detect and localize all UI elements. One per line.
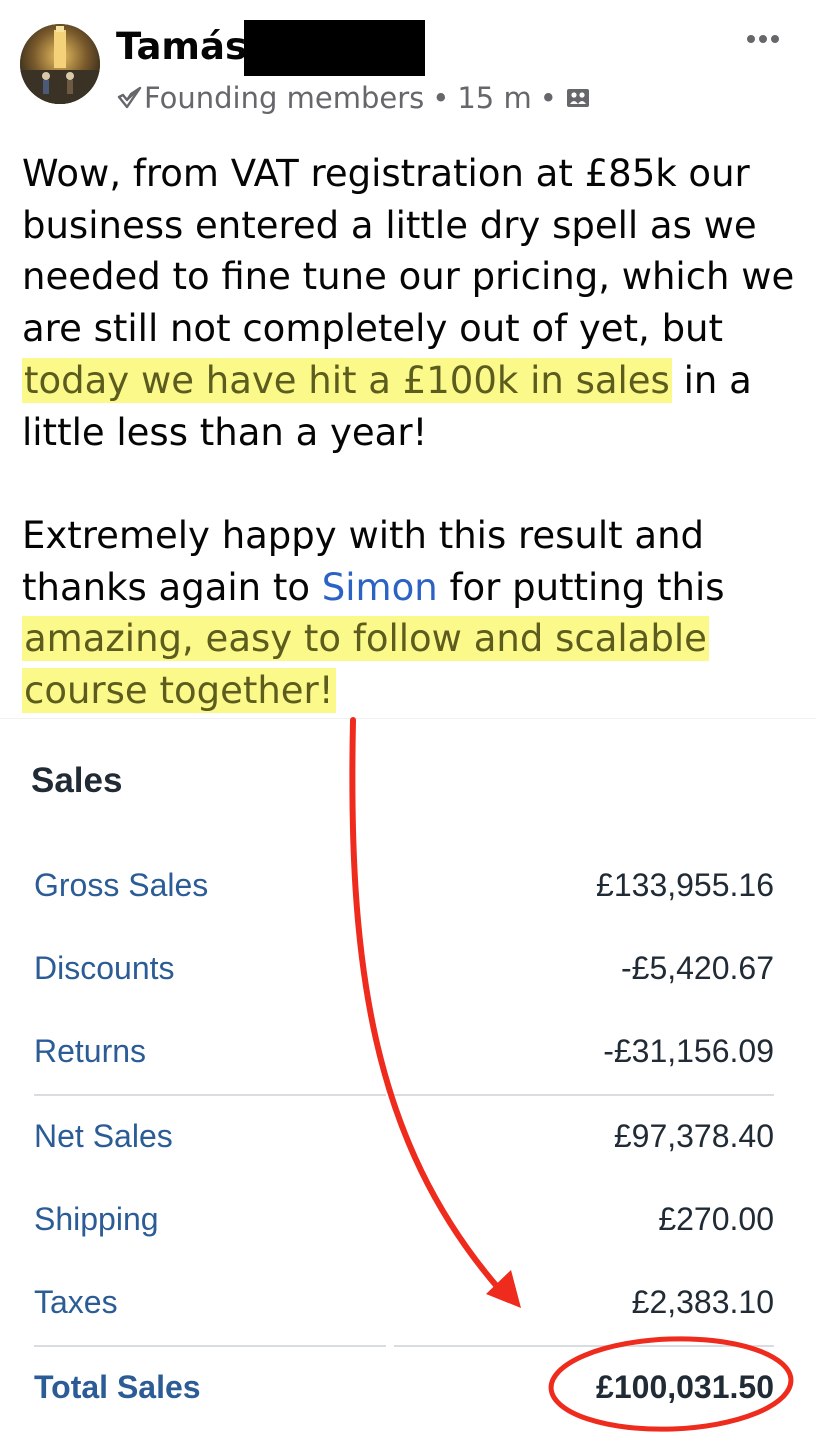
post-time[interactable]: 15 m (457, 81, 531, 115)
post-paragraph: Wow, from VAT registration at £85k our b… (22, 148, 802, 458)
row-divider (394, 1094, 774, 1096)
sales-row-value: £133,955.16 (596, 866, 774, 903)
sales-row-label[interactable]: Total Sales (34, 1369, 201, 1406)
sales-title: Sales (31, 761, 123, 800)
sales-row-label[interactable]: Net Sales (34, 1118, 173, 1155)
mention-link[interactable]: Simon (322, 566, 438, 609)
row-divider (394, 1345, 774, 1347)
sales-row-label[interactable]: Gross Sales (34, 867, 208, 904)
sales-row-shipping: Shipping £270.00 (34, 1195, 774, 1243)
sales-row-label[interactable]: Shipping (34, 1201, 159, 1238)
sales-row-discounts: Discounts -£5,420.67 (34, 944, 774, 992)
post-body: Wow, from VAT registration at £85k our b… (22, 148, 802, 717)
post-text-segment: Wow, from VAT registration at £85k our b… (22, 152, 795, 351)
post-paragraph: Extremely happy with this result and tha… (22, 510, 802, 717)
more-options-button[interactable] (740, 22, 786, 56)
row-divider (34, 1345, 386, 1347)
post-text-segment: for putting this (437, 565, 725, 609)
sales-report-card (0, 718, 816, 1441)
sales-row-value: -£31,156.09 (603, 1032, 774, 1069)
meta-separator: • (432, 81, 450, 115)
sales-row-label[interactable]: Returns (34, 1033, 146, 1070)
row-divider (34, 1094, 386, 1096)
post-meta: Founding members • 15 m • (116, 78, 591, 118)
sales-row-value: £2,383.10 (631, 1283, 774, 1320)
author-avatar[interactable] (20, 24, 100, 104)
highlighted-text: amazing, easy to follow and scalable cou… (22, 616, 709, 714)
avatar-photo (20, 24, 100, 104)
sales-row-label[interactable]: Discounts (34, 950, 175, 987)
author-name[interactable]: Tamás (116, 24, 247, 70)
highlighted-text: today we have hit a £100k in sales (22, 357, 672, 403)
sales-row-returns: Returns -£31,156.09 (34, 1027, 774, 1075)
sales-row-total-sales: Total Sales £100,031.50 (34, 1363, 774, 1411)
meta-separator: • (539, 81, 557, 115)
sales-row-taxes: Taxes £2,383.10 (34, 1278, 774, 1326)
sales-row-value: £97,378.40 (613, 1117, 774, 1154)
group-audience-icon (565, 85, 591, 111)
sales-row-value: £100,031.50 (596, 1368, 774, 1405)
more-options-icon (747, 35, 779, 43)
redaction-bar (244, 20, 425, 76)
sales-row-value: -£5,420.67 (620, 949, 774, 986)
sales-row-gross-sales: Gross Sales £133,955.16 (34, 861, 774, 909)
group-badge-label[interactable]: Founding members (144, 81, 424, 115)
group-member-icon (116, 85, 142, 111)
sales-row-label[interactable]: Taxes (34, 1284, 118, 1321)
sales-row-net-sales: Net Sales £97,378.40 (34, 1112, 774, 1160)
sales-row-value: £270.00 (658, 1200, 774, 1237)
